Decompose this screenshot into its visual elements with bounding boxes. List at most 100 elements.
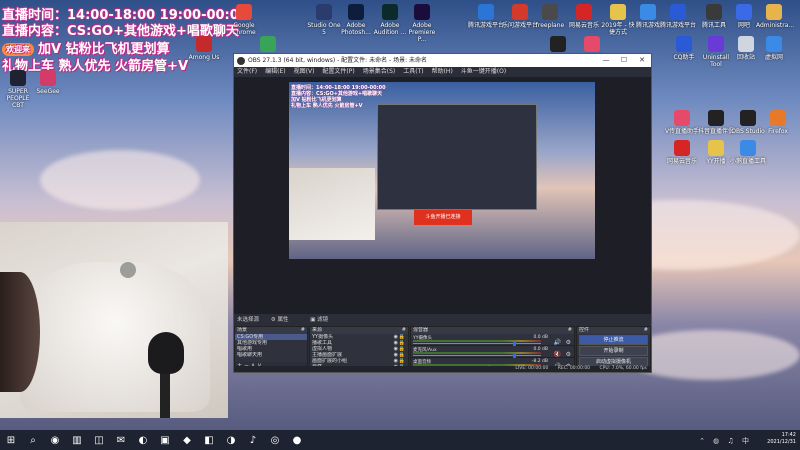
- app-icon: [610, 4, 626, 20]
- app-icon: [584, 36, 600, 52]
- preview-webcam: [289, 168, 375, 240]
- desktop-shortcut[interactable]: Google Chrome: [226, 4, 262, 36]
- volume-meter: [413, 340, 541, 342]
- minimize-icon[interactable]: —: [597, 54, 615, 67]
- muted-speaker-icon[interactable]: 🔇: [554, 351, 561, 358]
- desktop-shortcut[interactable]: Among Us: [186, 36, 222, 61]
- app-icon: [550, 36, 566, 52]
- mixer-header: 混音器 #: [411, 327, 574, 334]
- browser-icon[interactable]: ◉: [44, 430, 66, 450]
- desktop-shortcut[interactable]: Adobe Photosh...: [338, 4, 374, 36]
- music-icon[interactable]: ♪: [242, 430, 264, 450]
- app-icon: [770, 110, 786, 126]
- desktop-shortcut[interactable]: 腾讯游戏平台: [468, 4, 504, 29]
- controls-title: 控件: [579, 327, 590, 333]
- mic-stand: [160, 372, 170, 418]
- app-icon[interactable]: ◑: [220, 430, 242, 450]
- cloud: [40, 150, 200, 210]
- menu-item[interactable]: 斗鱼一键开播(O): [461, 67, 506, 76]
- desktop-shortcut[interactable]: 网易云音乐: [664, 140, 700, 165]
- app-icon: [10, 70, 26, 86]
- volume-slider[interactable]: [413, 343, 541, 344]
- app-icon: [40, 70, 56, 86]
- controls-header: 控件 #: [577, 327, 650, 334]
- mail-icon[interactable]: ✉: [110, 430, 132, 450]
- desktop-shortcut[interactable]: SeeGee: [30, 70, 66, 95]
- dock-pin-icon[interactable]: #: [568, 327, 572, 334]
- app-icon: [348, 4, 364, 20]
- dock-pin-icon[interactable]: #: [644, 327, 648, 334]
- desktop-shortcut[interactable]: 腾讯游戏平台: [660, 4, 696, 29]
- mixer-dock: 混音器 # YY摄像头 0.0 dB 🔊 ⚙ 麦克风/Aux 0.0 dB 🔇 ⚙ 桌面音频 -8.…: [410, 326, 575, 370]
- media-icon[interactable]: ◫: [88, 430, 110, 450]
- desktop-shortcut[interactable]: 网易云音乐: [566, 4, 602, 29]
- menu-item[interactable]: 视图(V): [294, 67, 315, 76]
- app-icon[interactable]: ◧: [198, 430, 220, 450]
- properties-button[interactable]: ⚙ 属性: [271, 317, 299, 323]
- menu-item[interactable]: 帮助(H): [432, 67, 453, 76]
- app-icon[interactable]: ▣: [154, 430, 176, 450]
- preview-canvas[interactable]: 直播时间：14:00-18:00 19:00-00:00 直播内容：CS:GO+…: [289, 82, 595, 259]
- app-icon[interactable]: ◆: [176, 430, 198, 450]
- desktop-shortcut[interactable]: YY开播: [698, 140, 734, 165]
- desktop-shortcut[interactable]: Administra...: [756, 4, 794, 29]
- menu-item[interactable]: 工具(T): [403, 67, 423, 76]
- desktop-shortcut[interactable]: freeplane: [532, 4, 568, 29]
- system-tray[interactable]: ⌃ ◍ ♫ 中: [699, 436, 752, 446]
- clock-time: 17:42: [781, 432, 796, 438]
- gear-icon[interactable]: ⚙: [566, 351, 571, 358]
- gear-icon[interactable]: ⚙: [566, 339, 571, 346]
- desktop-shortcut[interactable]: Adobe Premiere P...: [404, 4, 440, 43]
- dock-pin-icon[interactable]: #: [301, 327, 305, 334]
- obs-taskbar-icon[interactable]: ●: [286, 430, 308, 450]
- desktop-shortcut[interactable]: Adobe Audition ...: [372, 4, 408, 36]
- scene-item[interactable]: 唱歌聊天用: [235, 352, 307, 358]
- desktop-shortcut-label: V传直播助手: [664, 128, 700, 135]
- desktop-shortcut-label: Google Chrome: [232, 22, 256, 36]
- webcam-feed: [0, 222, 228, 418]
- start-icon[interactable]: ⊞: [0, 430, 22, 450]
- filters-button[interactable]: ▣ 滤镜: [310, 317, 338, 323]
- volume-slider[interactable]: [413, 355, 541, 356]
- desktop-shortcut[interactable]: Studio One 5: [306, 4, 342, 36]
- mixer-channel: 麦克风/Aux 0.0 dB 🔇 ⚙: [411, 346, 574, 358]
- desktop-shortcut[interactable]: CQ助手: [666, 36, 702, 61]
- obs-logo-icon: [237, 57, 245, 65]
- close-icon[interactable]: ✕: [633, 54, 651, 67]
- control-button[interactable]: 停止推流: [579, 335, 648, 345]
- desktop-shortcut-label: SeeGee: [36, 88, 60, 95]
- rec-status: REC: 00:00:00: [557, 366, 591, 371]
- desktop-shortcut[interactable]: V传直播助手: [664, 110, 700, 135]
- obs-titlebar[interactable]: OBS 27.1.3 (64 bit, windows) - 配置文件: 未命名…: [234, 54, 651, 67]
- app-icon: [196, 36, 212, 52]
- mixer-title: 混音器: [413, 327, 429, 333]
- clock[interactable]: 17:42 2021/12/31: [767, 432, 796, 446]
- speaker-icon[interactable]: 🔊: [554, 339, 561, 346]
- desktop-shortcut[interactable]: 小鹅直播工具: [730, 140, 766, 165]
- menu-item[interactable]: 编辑(E): [265, 67, 285, 76]
- obs-window[interactable]: OBS 27.1.3 (64 bit, windows) - 配置文件: 未命名…: [233, 53, 652, 373]
- desktop-shortcut[interactable]: Firefox: [760, 110, 796, 135]
- file-explorer-icon[interactable]: ▥: [66, 430, 88, 450]
- control-button[interactable]: 开始录制: [579, 346, 648, 356]
- desktop-shortcut[interactable]: [250, 36, 286, 54]
- obs-preview[interactable]: 直播时间：14:00-18:00 19:00-00:00 直播内容：CS:GO+…: [234, 77, 651, 314]
- app-icon: [236, 4, 252, 20]
- desktop-shortcut[interactable]: 抖音直播伴侣: [698, 110, 734, 135]
- menu-item[interactable]: 文件(F): [237, 67, 257, 76]
- maximize-icon[interactable]: ☐: [615, 54, 633, 67]
- menu-item[interactable]: 配置文件(P): [322, 67, 354, 76]
- app-icon: [740, 110, 756, 126]
- app-icon: [512, 4, 528, 20]
- app-icon: [576, 4, 592, 20]
- desktop-shortcut-label: 虚拟网: [764, 54, 783, 61]
- desktop-shortcut[interactable]: 虚拟网: [756, 36, 792, 61]
- search-icon[interactable]: ⌕: [22, 430, 44, 450]
- obs-menubar: 文件(F) 编辑(E) 视图(V) 配置文件(P) 场景集合(S) 工具(T) 帮助(H) 斗…: [234, 67, 651, 76]
- app-icon[interactable]: ◎: [264, 430, 286, 450]
- desktop-shortcut-label: 网易云音乐: [666, 158, 697, 165]
- app-icon[interactable]: ◐: [132, 430, 154, 450]
- blanket: [20, 262, 210, 412]
- dock-pin-icon[interactable]: #: [402, 327, 406, 334]
- menu-item[interactable]: 场景集合(S): [363, 67, 396, 76]
